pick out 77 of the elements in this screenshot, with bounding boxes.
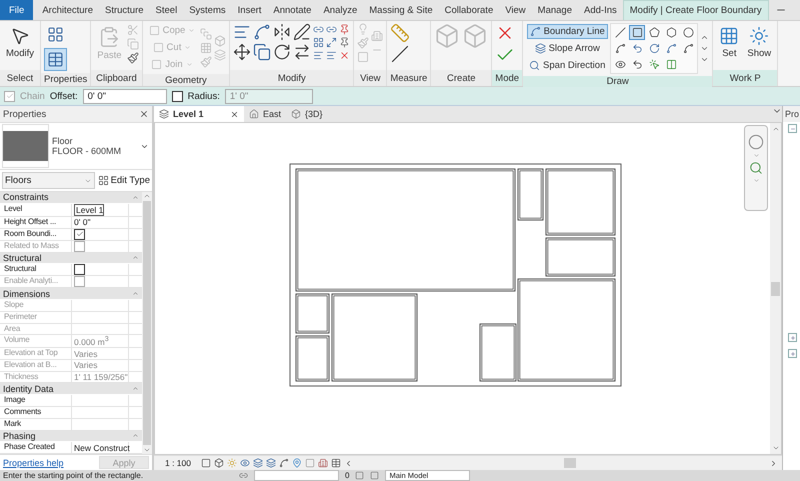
chain-label: Chain: [20, 90, 45, 102]
property-label: Elevation at B...: [0, 360, 72, 371]
property-label: Thickness: [0, 372, 72, 382]
draw-tool[interactable]: Span Direction: [526, 58, 608, 73]
ribbon-tab[interactable]: Add-Ins: [578, 0, 623, 20]
property-label: Room Boundi...: [0, 228, 72, 240]
type-name: FLOOR - 600MM: [52, 146, 122, 156]
panel-label: Work P: [713, 70, 778, 86]
property-label: Related to Mass: [0, 240, 72, 252]
property-label: Height Offset ...: [0, 216, 72, 228]
property-label: Mark: [0, 418, 72, 430]
document-tab[interactable]: Level 1: [154, 106, 244, 122]
ribbon-tab[interactable]: Modify | Create Floor Boundary: [622, 0, 769, 20]
property-label: Slope: [0, 300, 72, 311]
property-label: Elevation at Top: [0, 348, 72, 359]
property-label: Enable Analyti...: [0, 276, 72, 288]
workplane-tool[interactable]: Set: [716, 23, 742, 62]
property-label: Area: [0, 324, 72, 334]
panel-label: Measure: [387, 70, 430, 86]
property-value: 1' 11 159/256": [72, 372, 129, 382]
panel-label: Modify: [230, 70, 354, 86]
type-family: Floor: [52, 136, 74, 146]
view-scale[interactable]: 1 : 100: [158, 458, 198, 468]
property-label: Image: [0, 395, 72, 406]
property-value: 0.000 m$^{3}$: [72, 335, 129, 348]
count-text: 0: [345, 471, 350, 480]
category-dropdown[interactable]: Floors: [2, 172, 95, 189]
panel-label: Create: [431, 70, 492, 86]
ribbon-tab[interactable]: Annotate: [267, 0, 318, 20]
panel-label: Draw: [523, 76, 712, 87]
property-value: Varies: [72, 348, 129, 359]
ribbon-tab[interactable]: Manage: [532, 0, 578, 20]
ribbon-tab[interactable]: Massing & Site: [363, 0, 439, 20]
ribbon-tab[interactable]: Architecture: [36, 0, 99, 20]
document-tab[interactable]: East: [244, 106, 286, 122]
section-header[interactable]: Phasing: [0, 430, 142, 442]
workplane-tool[interactable]: Show: [744, 23, 774, 62]
radius-label: Radius:: [188, 90, 220, 102]
draw-tool[interactable]: Slope Arrow: [532, 41, 603, 56]
offset-label: Offset:: [50, 90, 78, 102]
modify-tool[interactable]: Modify: [3, 23, 37, 62]
panel-label: View: [354, 70, 386, 86]
property-label: Perimeter: [0, 312, 72, 323]
property-label: Volume: [0, 335, 72, 348]
value-field[interactable]: Level 1: [74, 204, 104, 216]
panel-label: Clipboard: [91, 70, 142, 86]
property-label: Level: [0, 204, 72, 216]
ribbon-tab[interactable]: File: [0, 0, 34, 20]
ribbon-tab[interactable]: Structure: [99, 0, 150, 20]
ribbon-tab[interactable]: Steel: [150, 0, 184, 20]
ribbon-tab[interactable]: Collaborate: [438, 0, 500, 20]
section-header[interactable]: Structural: [0, 252, 142, 264]
document-tab[interactable]: {3D}: [286, 106, 328, 122]
draw-tool[interactable]: Boundary Line: [526, 24, 608, 39]
panel-label: Geometry: [142, 74, 230, 86]
property-value: Varies: [72, 360, 129, 371]
section-header[interactable]: Constraints: [0, 192, 142, 204]
ribbon-tab[interactable]: Insert: [232, 0, 268, 20]
property-value: New Construct: [72, 442, 129, 454]
property-value: 0' 0": [72, 216, 129, 228]
property-label: Structural: [0, 264, 72, 276]
section-header[interactable]: Identity Data: [0, 383, 142, 396]
ribbon-tab[interactable]: View: [499, 0, 532, 20]
properties-help-link[interactable]: Properties help: [3, 458, 64, 468]
edit-type-button[interactable]: Edit Type: [98, 175, 150, 186]
offset-field[interactable]: 0' 0": [82, 88, 167, 104]
panel-label: Properties: [40, 73, 90, 86]
section-header[interactable]: Dimensions: [0, 288, 142, 300]
property-label: Comments: [0, 407, 72, 418]
ribbon-tab[interactable]: Analyze: [317, 0, 364, 20]
project-browser-title: Pro: [783, 106, 800, 122]
property-label: Phase Created: [0, 442, 72, 454]
status-message: Enter the starting point of the rectangle.: [3, 471, 144, 480]
panel-label: Mode: [492, 70, 522, 86]
properties-title: Properties: [3, 108, 46, 120]
panel-label: Select: [0, 70, 40, 86]
ribbon-tab[interactable]: Systems: [183, 0, 232, 20]
